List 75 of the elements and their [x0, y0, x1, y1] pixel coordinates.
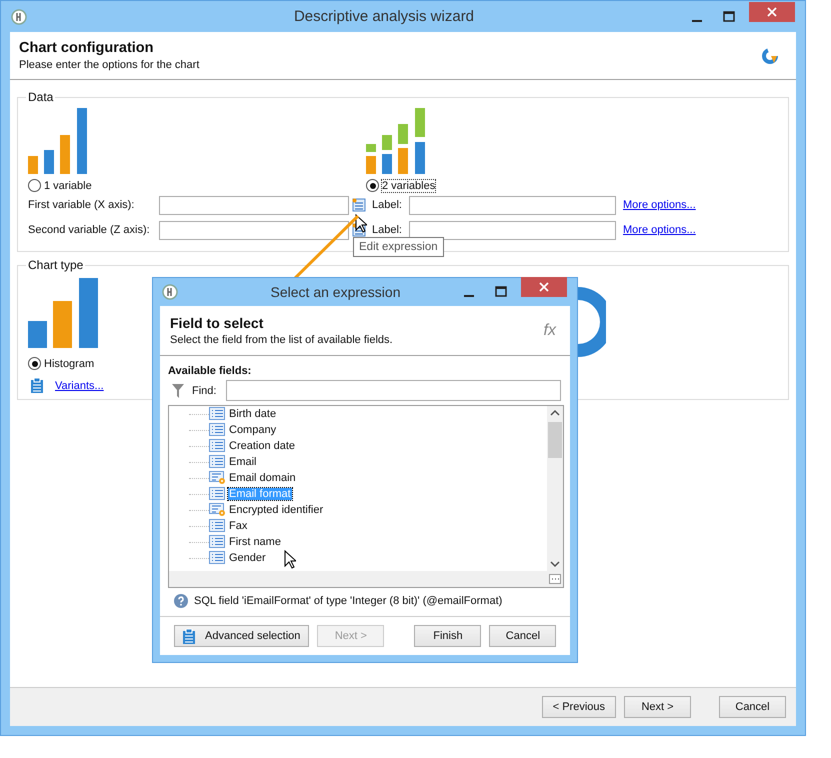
filter-icon — [172, 384, 184, 398]
input-field[interactable] — [409, 196, 616, 214]
clipboard-icon — [31, 378, 43, 393]
tree-item[interactable]: First name — [228, 536, 282, 548]
field-icon — [209, 439, 227, 453]
group-title: Data — [27, 90, 54, 104]
help-icon — [174, 594, 188, 608]
histogram-icon — [28, 278, 98, 348]
window-title: Descriptive analysis wizard — [292, 8, 476, 25]
dialog-title: Select an expression — [270, 284, 402, 300]
dialog-button[interactable]: Cancel — [489, 625, 556, 647]
wizard-button[interactable]: Cancel — [719, 696, 786, 718]
tree-item[interactable]: Fax — [228, 520, 248, 532]
field-label: Label: — [372, 199, 403, 211]
field-icon — [209, 455, 227, 469]
function-symbol: fx — [544, 322, 556, 340]
tree-item[interactable]: Birth date — [228, 408, 278, 420]
radio-button[interactable]: 2 variables — [366, 179, 436, 192]
maximize-icon[interactable] — [723, 10, 735, 22]
tree-item[interactable]: Encrypted identifier — [228, 504, 324, 516]
donut-chart-icon — [578, 284, 606, 360]
tooltip: Edit expression — [353, 237, 444, 257]
dialog-subtitle: Select the field from the list of available fields. — [170, 334, 393, 346]
find-label: Find: — [192, 384, 216, 396]
more-options-link[interactable]: More options... — [623, 199, 696, 211]
tree-item[interactable]: Company — [228, 424, 278, 436]
more-icon[interactable] — [549, 574, 561, 584]
field-icon — [209, 407, 227, 421]
tree-item[interactable]: Email domain — [228, 472, 297, 484]
clipboard-icon — [183, 628, 195, 644]
app-icon — [162, 284, 178, 300]
stacked-bar-chart-icon — [366, 108, 428, 174]
field-icon — [209, 487, 227, 501]
field-icon — [209, 519, 227, 533]
input-field[interactable] — [159, 196, 349, 214]
cursor-icon — [284, 550, 296, 569]
app-icon — [11, 8, 27, 24]
page-title: Chart configuration — [19, 40, 155, 56]
dialog-button[interactable]: Finish — [414, 625, 482, 647]
field-label: Second variable (Z axis): — [28, 224, 151, 236]
scrollbar[interactable] — [547, 406, 563, 571]
cursor-icon — [355, 214, 367, 233]
close-icon — [767, 6, 777, 16]
field-description: SQL field 'iEmailFormat' of type 'Integer (8 bit)' (@emailFormat) — [194, 595, 502, 607]
field-icon — [209, 535, 227, 549]
close-icon — [539, 282, 549, 292]
variants-link[interactable]: Variants... — [55, 380, 104, 392]
dialog-button[interactable]: Advanced selection — [174, 625, 310, 647]
list-title: Available fields: — [168, 365, 252, 377]
field-label: Label: — [372, 224, 403, 236]
close-button[interactable] — [521, 277, 567, 297]
tree-item[interactable]: Creation date — [228, 440, 296, 452]
field-icon — [209, 551, 227, 565]
computed-field-icon — [209, 503, 227, 517]
radio-button[interactable]: 1 variable — [28, 179, 92, 192]
input-field[interactable] — [159, 220, 349, 240]
group-title: Chart type — [27, 258, 84, 272]
radio-button[interactable]: Histogram — [28, 357, 94, 370]
close-button[interactable] — [749, 2, 795, 22]
field-icon — [209, 423, 227, 437]
wizard-button[interactable]: < Previous — [542, 696, 616, 718]
page-subtitle: Please enter the options for the chart — [19, 59, 200, 71]
more-options-link[interactable]: More options... — [623, 224, 696, 236]
pie-chart-icon — [761, 46, 779, 64]
bar-chart-icon — [28, 108, 90, 174]
maximize-icon[interactable] — [495, 286, 507, 298]
tree-item[interactable]: Gender — [228, 552, 267, 564]
input-field[interactable] — [409, 220, 616, 240]
computed-field-icon — [209, 471, 227, 485]
find-field[interactable] — [226, 380, 562, 401]
field-label: First variable (X axis): — [28, 199, 136, 211]
scroll-thumb[interactable] — [548, 422, 562, 458]
wizard-button[interactable]: Next > — [624, 696, 691, 718]
tree-item[interactable]: Email — [228, 456, 258, 468]
dialog-heading: Field to select — [170, 315, 264, 331]
